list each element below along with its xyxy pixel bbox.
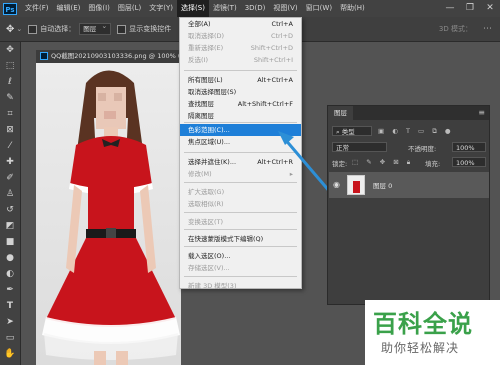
tab-layers[interactable]: 图层 [328,106,353,120]
layers-panel: 图层 ≡ ⌕ 类型 ▣ ◐ T ▭ ⧉ ● 正常 不透明度: 100% 锁定: … [327,105,490,305]
eye-icon[interactable]: ◉ [333,180,340,189]
watermark: 百科全说 助你轻松解决 [365,300,500,365]
watermark-title: 百科全说 [373,310,473,338]
lock-label: 锁定: [332,160,348,168]
fill-label: 填充: [425,160,441,168]
panel-menu-icon[interactable]: ≡ [478,108,485,117]
layer-name[interactable]: 图层 0 [373,180,392,190]
filter-icons[interactable]: ▣ ◐ T ▭ ⧉ ● [378,127,454,136]
layer-thumbnail [347,175,365,195]
filter-kind-dropdown[interactable]: ⌕ 类型 [332,126,372,136]
blend-mode-dropdown[interactable]: 正常 [332,142,387,152]
layer-row[interactable]: ◉ 图层 0 [329,172,489,198]
opacity-label: 不透明度: [408,145,437,153]
filter-kind-label: 类型 [341,128,355,136]
lock-icons[interactable]: ⬚ ✎ ✥ ⊠ 🔒︎ [352,158,413,167]
watermark-subtitle: 助你轻松解决 [381,341,460,355]
fill-field[interactable]: 100% [452,157,486,167]
layers-panel-header: 图层 ≡ [328,106,489,120]
opacity-field[interactable]: 100% [452,142,486,152]
